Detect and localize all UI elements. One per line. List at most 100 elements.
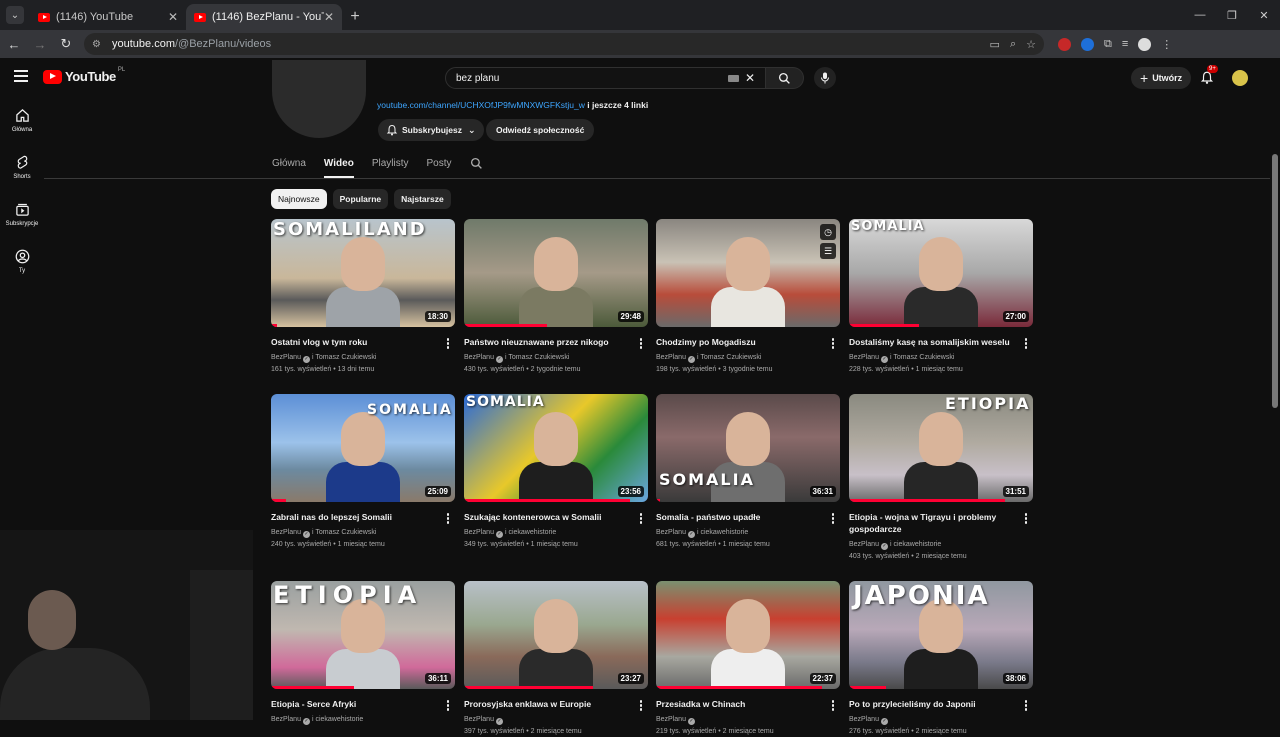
tab-search-button[interactable]: ⌄ — [6, 6, 24, 24]
video-title[interactable]: Państwo nieuznawane przez nikogo — [464, 336, 648, 348]
video-channel-name[interactable]: BezPlanu — [271, 354, 301, 361]
video-action-menu-icon[interactable] — [1021, 511, 1031, 525]
tab-posts[interactable]: Posty — [427, 150, 452, 178]
video-card[interactable]: ◷☰Chodzimy po MogadiszuBezPlanu✓i Tomasz… — [656, 219, 840, 375]
video-card[interactable]: ETIOPIA36:11Etiopia - Serce AfrykiBezPla… — [271, 581, 455, 726]
clear-search-icon[interactable]: ✕ — [745, 71, 755, 85]
close-window-icon[interactable]: ✕ — [1248, 0, 1280, 30]
video-title[interactable]: Zabrali nas do lepszej Somalii — [271, 511, 455, 523]
video-channel-name[interactable]: BezPlanu — [656, 354, 686, 361]
notifications-button[interactable]: 9+ — [1200, 70, 1216, 86]
guide-item-home[interactable]: Główna — [0, 98, 44, 145]
video-thumbnail[interactable]: 23:27 — [464, 581, 648, 689]
video-channel-name[interactable]: BezPlanu — [464, 354, 494, 361]
video-card[interactable]: 22:37Przesiadka w ChinachBezPlanu✓219 ty… — [656, 581, 840, 737]
video-title[interactable]: Etiopia - wojna w Tigrayu i problemy gos… — [849, 511, 1033, 535]
forward-button[interactable]: → — [28, 32, 52, 56]
video-title[interactable]: Przesiadka w Chinach — [656, 698, 840, 710]
video-collaborator[interactable]: i Tomasz Czukiewski — [312, 354, 376, 361]
video-thumbnail[interactable]: ETIOPIA31:51 — [849, 394, 1033, 502]
tab-home[interactable]: Główna — [272, 150, 306, 178]
add-to-queue-icon[interactable]: ☰ — [820, 243, 836, 259]
site-info-icon[interactable]: ⚙ — [92, 39, 106, 50]
video-collaborator[interactable]: i ciekawehistorie — [505, 529, 556, 536]
video-thumbnail[interactable]: SOMALIA23:56 — [464, 394, 648, 502]
video-thumbnail[interactable]: SOMALILAND18:30 — [271, 219, 455, 327]
video-action-menu-icon[interactable] — [828, 336, 838, 350]
video-card[interactable]: ETIOPIA31:51 Etiopia - wojna w Tigrayu i … — [849, 394, 1033, 562]
video-thumbnail[interactable]: SOMALIA27:00 — [849, 219, 1033, 327]
video-channel-name[interactable]: BezPlanu — [464, 529, 494, 536]
youtube-logo[interactable]: YouTube PL — [43, 69, 125, 84]
account-avatar[interactable] — [1232, 70, 1248, 86]
video-card[interactable]: SOMALIA36:31Somalia - państwo upadłeBezP… — [656, 394, 840, 550]
video-action-menu-icon[interactable] — [1021, 336, 1031, 350]
video-card[interactable]: SOMALIA23:56 Szukając kontenerowca w Soma… — [464, 394, 648, 550]
video-card[interactable]: 23:27Prorosyjska enklawa w EuropieBezPla… — [464, 581, 648, 737]
browser-tab[interactable]: (1146) YouTube ✕ — [30, 4, 186, 30]
video-thumbnail[interactable]: SOMALIA25:09 — [271, 394, 455, 502]
video-action-menu-icon[interactable] — [828, 511, 838, 525]
video-thumbnail[interactable]: 22:37 — [656, 581, 840, 689]
bookmark-star-icon[interactable]: ☆ — [1026, 38, 1036, 51]
video-title[interactable]: Ostatni vlog w tym roku — [271, 336, 455, 348]
video-title[interactable]: Szukając kontenerowca w Somalii — [464, 511, 648, 523]
video-collaborator[interactable]: i Tomasz Czukiewski — [312, 529, 376, 536]
video-action-menu-icon[interactable] — [443, 336, 453, 350]
profile-avatar-icon[interactable] — [1138, 38, 1151, 51]
search-input[interactable] — [456, 73, 728, 84]
video-action-menu-icon[interactable] — [636, 698, 646, 712]
video-card[interactable]: SOMALIA27:00 Dostaliśmy kasę na somalijsk… — [849, 219, 1033, 375]
guide-item-shorts[interactable]: Shorts — [0, 145, 44, 192]
video-collaborator[interactable]: i Tomasz Czukiewski — [890, 354, 954, 361]
video-title[interactable]: Etiopia - Serce Afryki — [271, 698, 455, 710]
video-action-menu-icon[interactable] — [443, 511, 453, 525]
extension-icon[interactable] — [1058, 38, 1071, 51]
new-tab-button[interactable]: + — [342, 4, 368, 30]
reading-list-icon[interactable]: ≡ — [1122, 38, 1128, 50]
channel-link[interactable]: youtube.com/channel/UCHXOfJP9fwMNXWGFKst… — [377, 100, 585, 110]
video-channel-name[interactable]: BezPlanu — [271, 529, 301, 536]
create-button[interactable]: + Utwórz — [1131, 67, 1191, 89]
extensions-puzzle-icon[interactable]: ⧉ — [1104, 38, 1112, 51]
cast-icon[interactable]: ▭ — [990, 38, 1000, 51]
more-links[interactable]: i jeszcze 4 linki — [587, 100, 648, 110]
chip-popular[interactable]: Popularne — [333, 189, 389, 209]
voice-search-button[interactable] — [814, 67, 836, 89]
guide-menu-icon[interactable] — [14, 70, 28, 82]
video-thumbnail[interactable]: ETIOPIA36:11 — [271, 581, 455, 689]
video-thumbnail[interactable]: 29:48 — [464, 219, 648, 327]
video-action-menu-icon[interactable] — [443, 698, 453, 712]
search-button[interactable] — [766, 67, 804, 89]
address-bar[interactable]: ⚙ youtube.com/@BezPlanu/videos ▭ ⌕ ☆ — [84, 33, 1044, 55]
video-thumbnail[interactable]: SOMALIA36:31 — [656, 394, 840, 502]
video-collaborator[interactable]: i Tomasz Czukiewski — [697, 354, 761, 361]
channel-avatar[interactable] — [272, 60, 366, 138]
browser-tab-active[interactable]: (1146) BezPlanu - YouTube ✕ — [186, 4, 342, 30]
video-title[interactable]: Somalia - państwo upadłe — [656, 511, 840, 523]
channel-links[interactable]: youtube.com/channel/UCHXOfJP9fwMNXWGFKst… — [377, 100, 648, 110]
chip-newest[interactable]: Najnowsze — [271, 189, 327, 209]
video-channel-name[interactable]: BezPlanu — [849, 354, 879, 361]
keyboard-icon[interactable] — [728, 75, 739, 82]
visit-community-button[interactable]: Odwiedź społeczność — [486, 119, 594, 141]
back-button[interactable]: ← — [2, 32, 26, 56]
video-title[interactable]: Chodzimy po Mogadiszu — [656, 336, 840, 348]
video-action-menu-icon[interactable] — [636, 511, 646, 525]
minimize-icon[interactable]: — — [1184, 0, 1216, 30]
video-collaborator[interactable]: i ciekawehistorie — [890, 541, 941, 548]
subscribe-button[interactable]: Subskrybujesz ⌄ — [378, 119, 484, 141]
video-title[interactable]: Prorosyjska enklawa w Europie — [464, 698, 648, 710]
chip-oldest[interactable]: Najstarsze — [394, 189, 451, 209]
video-action-menu-icon[interactable] — [636, 336, 646, 350]
video-card[interactable]: SOMALIA25:09 Zabrali nas do lepszej Somal… — [271, 394, 455, 550]
search-box[interactable]: ✕ — [445, 67, 766, 89]
channel-search-button[interactable] — [470, 150, 483, 178]
video-title[interactable]: Po to przylecieliśmy do Japonii — [849, 698, 1033, 710]
video-card[interactable]: SOMALILAND18:30 Ostatni vlog w tym roku Be… — [271, 219, 455, 375]
video-action-menu-icon[interactable] — [828, 698, 838, 712]
maximize-icon[interactable]: ❐ — [1216, 0, 1248, 30]
video-title[interactable]: Dostaliśmy kasę na somalijskim weselu — [849, 336, 1033, 348]
scrollbar-thumb[interactable] — [1272, 154, 1278, 408]
video-thumbnail[interactable]: ◷☰ — [656, 219, 840, 327]
